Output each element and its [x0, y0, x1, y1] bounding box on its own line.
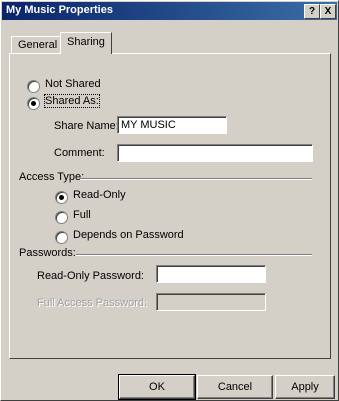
- full-access-password-field: [156, 293, 266, 311]
- read-only-password-field[interactable]: [156, 265, 266, 283]
- full-radio[interactable]: [55, 211, 68, 224]
- share-name-field[interactable]: MY MUSIC: [117, 116, 227, 134]
- sharing-panel: Not Shared Shared As: Share Name: MY MUS…: [9, 53, 331, 359]
- depends-on-password-radio[interactable]: [55, 231, 68, 244]
- access-type-divider: [80, 178, 312, 180]
- read-only-radio[interactable]: [55, 191, 68, 204]
- tab-strip: General Sharing: [9, 31, 329, 55]
- share-name-label: Share Name:: [54, 120, 119, 132]
- passwords-label: Passwords:: [19, 247, 76, 259]
- comment-label: Comment:: [54, 147, 105, 159]
- read-only-label[interactable]: Read-Only: [73, 189, 126, 201]
- comment-field[interactable]: [117, 144, 313, 162]
- title-bar[interactable]: My Music Properties ? X: [2, 2, 337, 20]
- not-shared-radio[interactable]: [27, 80, 40, 93]
- read-only-password-label: Read-Only Password:: [37, 270, 144, 282]
- not-shared-label[interactable]: Not Shared: [45, 78, 101, 90]
- help-button[interactable]: ?: [304, 4, 320, 19]
- cancel-button[interactable]: Cancel: [197, 375, 273, 399]
- close-button[interactable]: X: [320, 4, 336, 19]
- tab-sharing[interactable]: Sharing: [60, 32, 112, 54]
- full-label[interactable]: Full: [73, 209, 91, 221]
- shared-as-label[interactable]: Shared As:: [44, 94, 100, 108]
- passwords-divider: [76, 254, 312, 256]
- window-title: My Music Properties: [6, 4, 113, 16]
- ok-button[interactable]: OK: [118, 374, 196, 400]
- depends-on-password-label[interactable]: Depends on Password: [73, 229, 184, 241]
- tab-general[interactable]: General: [11, 36, 65, 53]
- properties-dialog: My Music Properties ? X General Sharing …: [0, 0, 339, 401]
- access-type-label: Access Type:: [19, 171, 85, 183]
- apply-button[interactable]: Apply: [275, 375, 335, 399]
- shared-as-radio[interactable]: [27, 97, 40, 110]
- full-access-password-label: Full Access Password:: [37, 297, 148, 309]
